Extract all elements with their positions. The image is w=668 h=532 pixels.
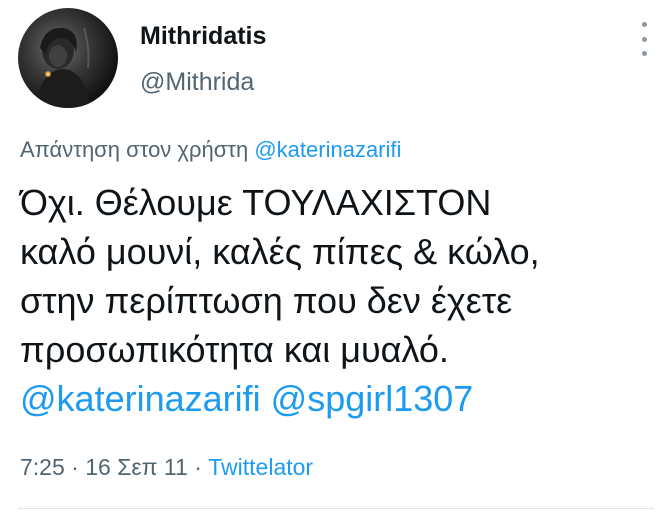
tweet-line-1: Όχι. Θέλουμε ΤΟΥΛΑΧΙΣΤΟΝ <box>20 182 492 223</box>
more-options-button[interactable] <box>634 22 654 56</box>
user-handle[interactable]: @Mithrida <box>140 68 254 97</box>
tweet-time[interactable]: 7:25 <box>20 454 65 480</box>
mention-link-katerinazarifi[interactable]: @katerinazarifi <box>20 378 261 419</box>
tweet-mentions-line: @katerinazarifi @spgirl1307 <box>20 374 660 423</box>
tweet-source-link[interactable]: Twittelator <box>208 454 313 480</box>
tweet-line-2: καλό μουνί, καλές πίπες & κώλο, <box>20 231 540 272</box>
tweet-line-3: στην περίπτωση που δεν έχετε <box>20 280 513 321</box>
tweet-card: Mithridatis @Mithrida Απάντηση στον χρήσ… <box>0 0 668 532</box>
meta-separator: · <box>194 454 202 480</box>
vertical-ellipsis-icon <box>641 22 647 27</box>
display-name[interactable]: Mithridatis <box>140 22 266 51</box>
reply-mention-link[interactable]: @katerinazarifi <box>254 137 401 162</box>
divider <box>18 508 654 509</box>
meta-separator: · <box>71 454 79 480</box>
mention-link-spgirl1307[interactable]: @spgirl1307 <box>271 378 474 419</box>
tweet-metadata: 7:25 · 16 Σεπ 11 · Twittelator <box>20 454 313 481</box>
avatar[interactable] <box>18 8 118 108</box>
tweet-text: Όχι. Θέλουμε ΤΟΥΛΑΧΙΣΤΟΝ καλό μουνί, καλ… <box>20 178 660 423</box>
avatar-photo <box>36 27 90 108</box>
tweet-date[interactable]: 16 Σεπ 11 <box>85 454 188 480</box>
reply-prefix: Απάντηση στον χρήστη <box>20 137 249 162</box>
tweet-line-4: προσωπικότητα και μυαλό. <box>20 329 449 370</box>
reply-context: Απάντηση στον χρήστη @katerinazarifi <box>20 137 401 163</box>
